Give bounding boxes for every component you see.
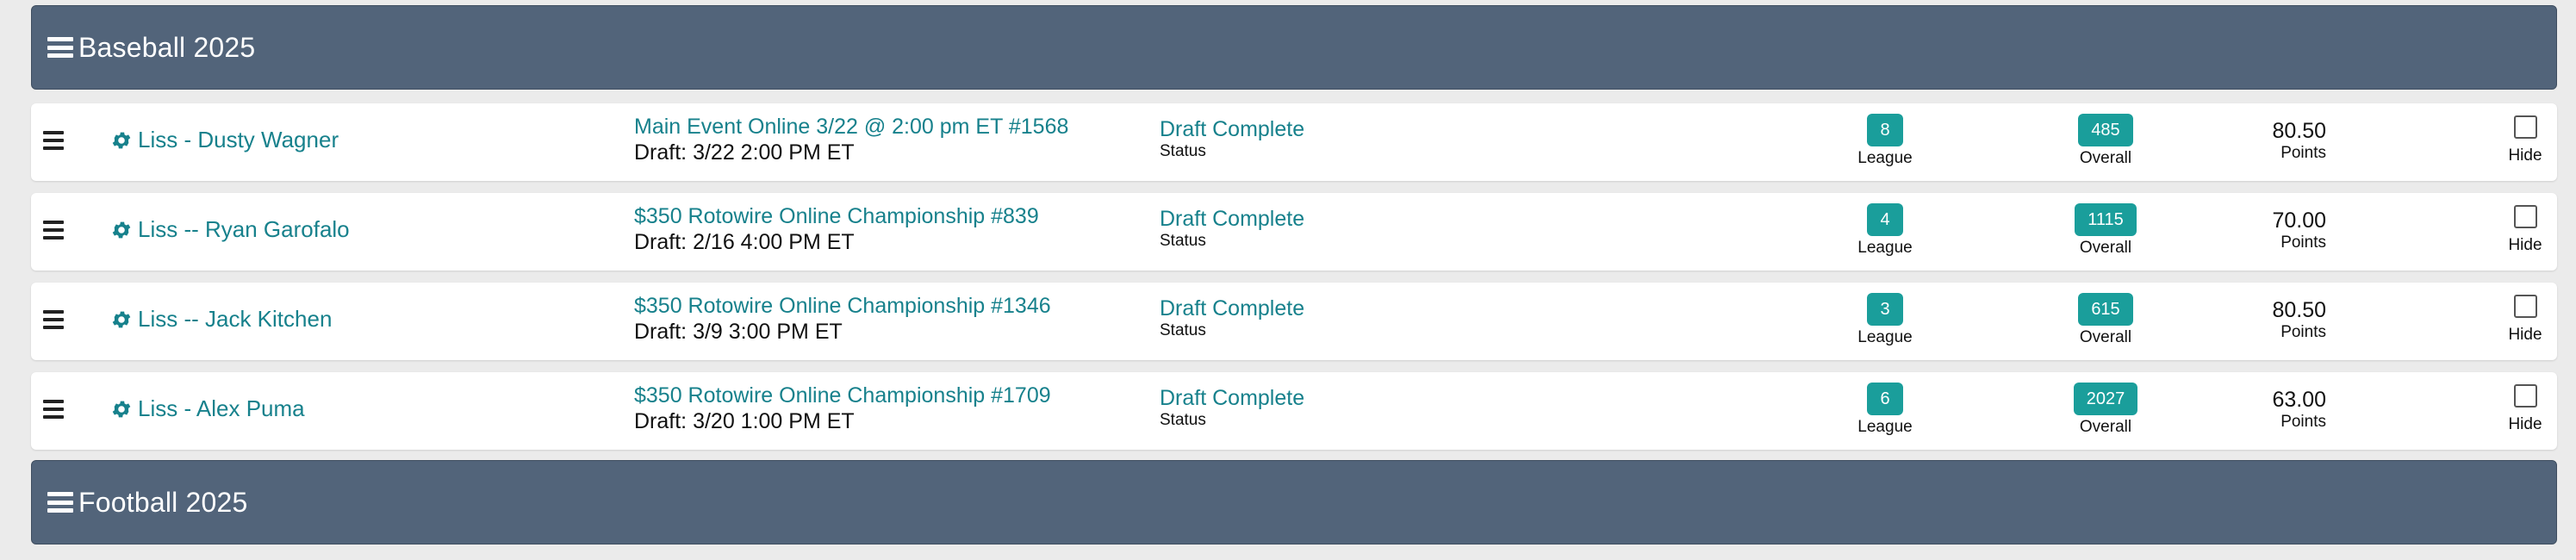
entry-name-link[interactable]: Liss -- Jack Kitchen — [110, 306, 332, 333]
points-label: Points — [2280, 413, 2326, 431]
status-link[interactable]: Draft Complete — [1160, 296, 1304, 320]
hide-checkbox[interactable] — [2513, 295, 2537, 318]
draft-time: Draft: 3/20 1:00 PM ET — [634, 409, 855, 433]
entry-name-link[interactable]: Liss -- Ryan Garofalo — [110, 216, 350, 243]
league-rank-badge: 4 — [1867, 203, 1903, 236]
points-label: Points — [2280, 233, 2326, 252]
points-info: 80.50 Points — [2272, 119, 2326, 164]
status-label: Status — [1160, 142, 1206, 160]
draft-time: Draft: 3/22 2:00 PM ET — [634, 140, 855, 165]
overall-rank-badge: 485 — [2078, 114, 2133, 146]
points-info: 70.00 Points — [2272, 208, 2326, 253]
status-label: Status — [1160, 232, 1206, 250]
league-rank: 3 League — [1857, 293, 1913, 348]
status-info: Draft Complete Status — [1160, 386, 1304, 431]
entry-name-link[interactable]: Liss - Alex Puma — [110, 395, 305, 422]
gear-icon — [112, 311, 131, 327]
overall-rank: 1115 Overall — [2064, 203, 2147, 258]
league-rank: 4 League — [1857, 203, 1913, 258]
entry-row: Liss - Dusty Wagner Main Event Online 3/… — [31, 103, 2557, 181]
points-value: 70.00 — [2272, 208, 2326, 233]
draft-time: Draft: 3/9 3:00 PM ET — [634, 320, 843, 344]
entry-name-link[interactable]: Liss - Dusty Wagner — [110, 127, 339, 153]
overall-rank: 2027 Overall — [2064, 383, 2147, 438]
contest-info: $350 Rotowire Online Championship #1346 … — [634, 293, 1051, 345]
league-rank-badge: 3 — [1867, 293, 1903, 326]
contest-info: $350 Rotowire Online Championship #839 D… — [634, 203, 1039, 255]
contest-link[interactable]: $350 Rotowire Online Championship #839 — [634, 203, 1039, 229]
league-rank-badge: 8 — [1867, 114, 1903, 146]
league-label: League — [1857, 239, 1913, 257]
hide-label: Hide — [2508, 146, 2542, 165]
hide-label: Hide — [2508, 415, 2542, 433]
entry-row: Liss -- Ryan Garofalo $350 Rotowire Onli… — [31, 193, 2557, 271]
hide-toggle: Hide — [2504, 115, 2547, 166]
hide-checkbox[interactable] — [2513, 205, 2537, 228]
league-rank: 8 League — [1857, 114, 1913, 169]
gear-icon — [112, 401, 131, 417]
hide-toggle: Hide — [2504, 384, 2547, 435]
status-link[interactable]: Draft Complete — [1160, 117, 1304, 141]
entry-name: Liss -- Ryan Garofalo — [138, 216, 350, 242]
overall-rank: 615 Overall — [2064, 293, 2147, 348]
entry-name: Liss - Alex Puma — [138, 395, 305, 421]
section-header-baseball[interactable]: Baseball 2025 — [31, 5, 2557, 90]
status-link[interactable]: Draft Complete — [1160, 207, 1304, 231]
status-link[interactable]: Draft Complete — [1160, 386, 1304, 410]
overall-label: Overall — [2079, 149, 2132, 167]
points-label: Points — [2280, 144, 2326, 162]
gear-icon — [112, 221, 131, 238]
drag-handle-icon[interactable] — [43, 310, 64, 329]
draft-time: Draft: 2/16 4:00 PM ET — [634, 230, 855, 254]
league-rank-badge: 6 — [1867, 383, 1903, 415]
menu-icon — [47, 37, 73, 58]
points-value: 63.00 — [2272, 388, 2326, 412]
points-value: 80.50 — [2272, 298, 2326, 322]
contest-info: Main Event Online 3/22 @ 2:00 pm ET #156… — [634, 114, 1068, 165]
drag-handle-icon[interactable] — [43, 221, 64, 240]
status-info: Draft Complete Status — [1160, 117, 1304, 162]
hide-checkbox[interactable] — [2513, 384, 2537, 408]
drag-handle-icon[interactable] — [43, 131, 64, 150]
menu-icon — [47, 492, 73, 513]
contest-link[interactable]: $350 Rotowire Online Championship #1709 — [634, 383, 1051, 408]
league-rank: 6 League — [1857, 383, 1913, 438]
overall-rank-badge: 1115 — [2075, 203, 2137, 236]
drag-handle-icon[interactable] — [43, 400, 64, 419]
points-info: 80.50 Points — [2272, 298, 2326, 343]
overall-rank-badge: 615 — [2078, 293, 2133, 326]
section-title: Football 2025 — [78, 486, 248, 518]
status-label: Status — [1160, 321, 1206, 339]
entry-row: Liss - Alex Puma $350 Rotowire Online Ch… — [31, 372, 2557, 450]
contest-link[interactable]: Main Event Online 3/22 @ 2:00 pm ET #156… — [634, 114, 1068, 140]
contest-info: $350 Rotowire Online Championship #1709 … — [634, 383, 1051, 434]
section-title: Baseball 2025 — [78, 31, 256, 63]
overall-label: Overall — [2079, 239, 2132, 257]
overall-rank: 485 Overall — [2064, 114, 2147, 169]
points-label: Points — [2280, 323, 2326, 341]
gear-icon — [112, 132, 131, 148]
status-label: Status — [1160, 411, 1206, 429]
overall-rank-badge: 2027 — [2073, 383, 2138, 415]
status-info: Draft Complete Status — [1160, 207, 1304, 252]
hide-checkbox[interactable] — [2513, 115, 2537, 139]
points-info: 63.00 Points — [2272, 388, 2326, 432]
entry-row: Liss -- Jack Kitchen $350 Rotowire Onlin… — [31, 283, 2557, 360]
league-label: League — [1857, 328, 1913, 346]
hide-toggle: Hide — [2504, 295, 2547, 345]
hide-label: Hide — [2508, 236, 2542, 254]
contest-link[interactable]: $350 Rotowire Online Championship #1346 — [634, 293, 1051, 319]
section-header-football[interactable]: Football 2025 — [31, 460, 2557, 544]
entry-name: Liss - Dusty Wagner — [138, 127, 339, 152]
hide-label: Hide — [2508, 326, 2542, 344]
points-value: 80.50 — [2272, 119, 2326, 143]
hide-toggle: Hide — [2504, 205, 2547, 256]
league-label: League — [1857, 418, 1913, 436]
league-label: League — [1857, 149, 1913, 167]
overall-label: Overall — [2079, 418, 2132, 436]
overall-label: Overall — [2079, 328, 2132, 346]
entry-name: Liss -- Jack Kitchen — [138, 306, 333, 332]
status-info: Draft Complete Status — [1160, 296, 1304, 341]
